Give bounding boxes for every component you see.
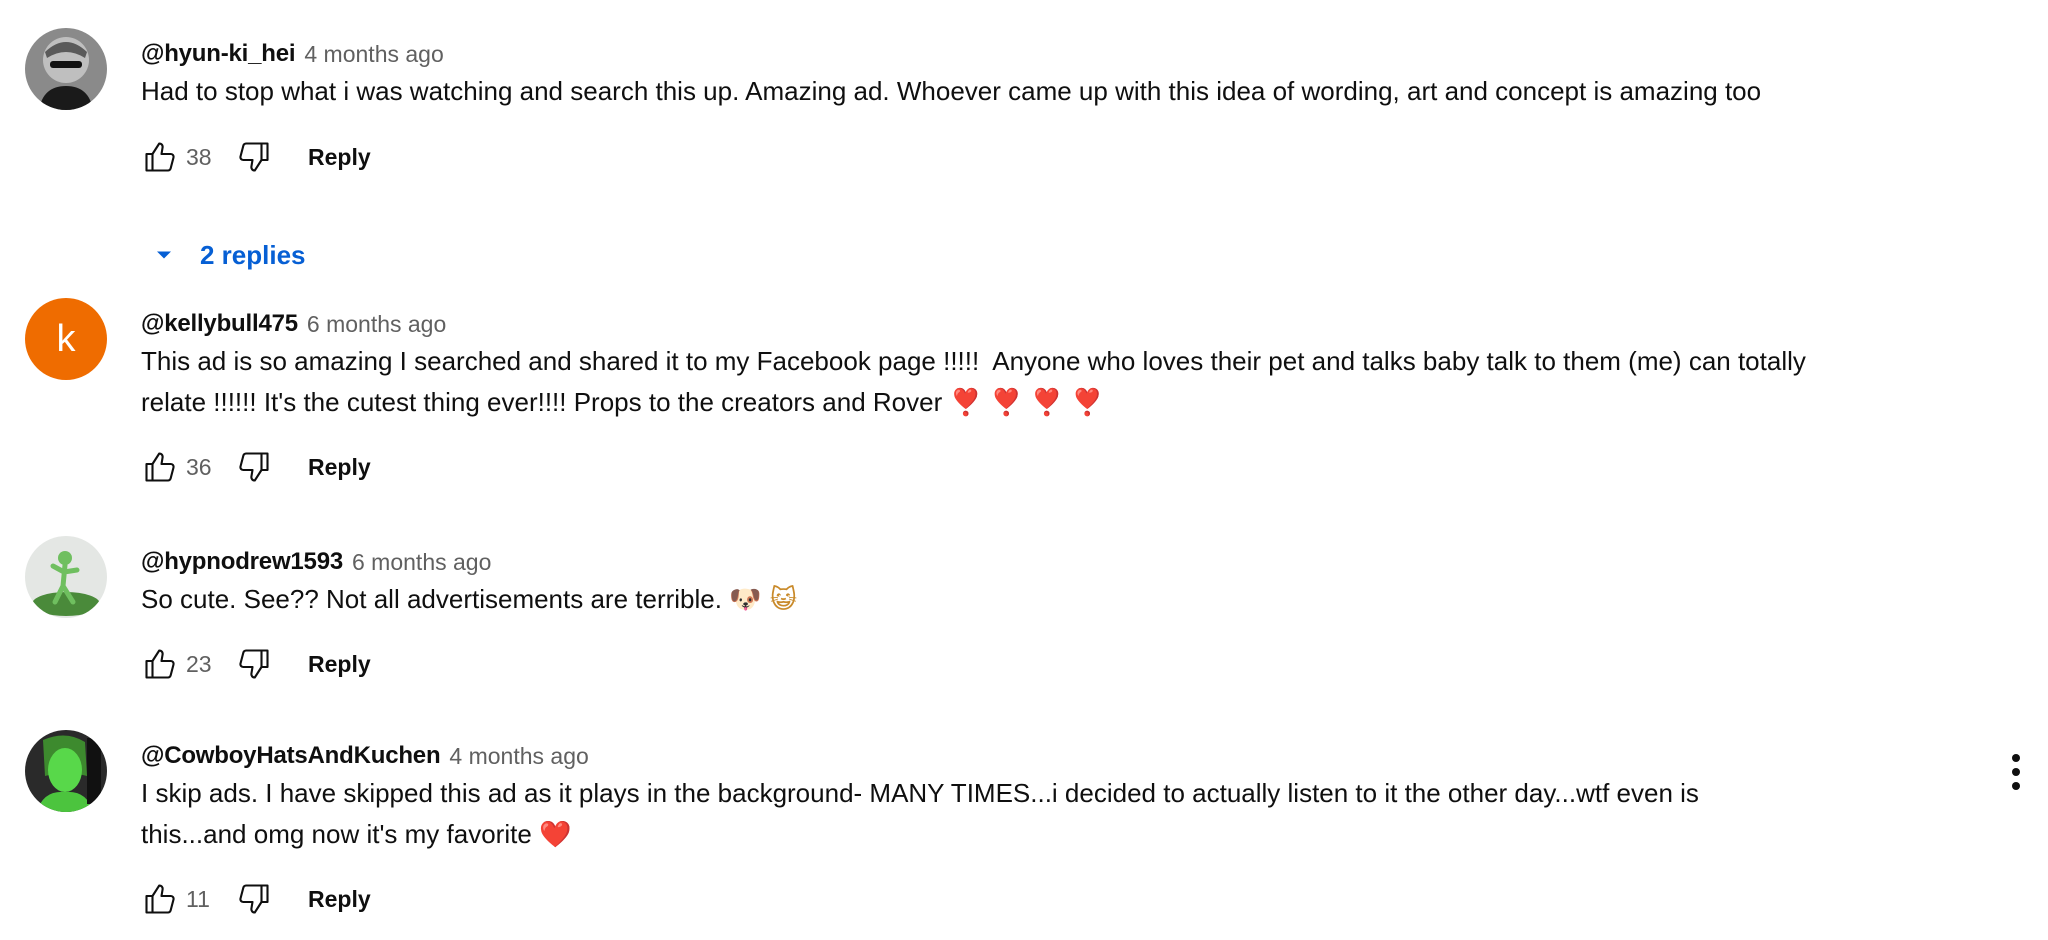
avatar[interactable]: k — [25, 298, 107, 380]
avatar[interactable] — [25, 536, 107, 618]
like-button[interactable] — [136, 875, 184, 923]
comment-actions: 11 Reply — [136, 875, 371, 923]
thumbs-down-icon — [239, 142, 269, 172]
comment-header: @CowboyHatsAndKuchen 4 months ago — [141, 730, 1968, 770]
reply-button[interactable]: Reply — [308, 454, 371, 481]
avatar-letter: k — [56, 317, 76, 360]
thumbs-down-icon — [239, 884, 269, 914]
comment-body: @kellybull475 6 months ago This ad is so… — [141, 298, 1968, 424]
dislike-button[interactable] — [230, 443, 278, 491]
comment-text-line: relate !!!!!! It's the cutest thing ever… — [141, 387, 943, 417]
comment-header: @kellybull475 6 months ago — [141, 298, 1968, 338]
thumbs-up-icon — [145, 452, 175, 482]
like-button[interactable] — [136, 443, 184, 491]
reply-button[interactable]: Reply — [308, 651, 371, 678]
thumbs-up-icon — [145, 884, 175, 914]
comment-header: @hyun-ki_hei 4 months ago — [141, 28, 1968, 68]
caret-down-icon — [157, 251, 171, 259]
comment-actions: 23 Reply — [136, 640, 371, 688]
like-count: 38 — [186, 143, 212, 170]
dislike-button[interactable] — [230, 875, 278, 923]
comment-author[interactable]: @kellybull475 — [141, 310, 298, 338]
comment-header: @hypnodrew1593 6 months ago — [141, 536, 1968, 576]
like-count: 36 — [186, 453, 212, 480]
view-replies-button[interactable]: 2 replies — [150, 235, 306, 275]
comment-text: This ad is so amazing I searched and sha… — [141, 341, 1968, 424]
comment-body: @hyun-ki_hei 4 months ago Had to stop wh… — [141, 28, 1968, 112]
replies-count-label: 2 replies — [200, 239, 306, 270]
like-count: 11 — [186, 885, 210, 912]
comment-timestamp[interactable]: 6 months ago — [307, 311, 446, 338]
comment-author[interactable]: @CowboyHatsAndKuchen — [141, 742, 441, 770]
reply-button[interactable]: Reply — [308, 144, 371, 171]
dislike-button[interactable] — [230, 640, 278, 688]
comment-body: @hypnodrew1593 6 months ago So cute. See… — [141, 536, 1968, 621]
avatar[interactable] — [25, 28, 107, 110]
comment-text-line: So cute. See?? Not all advertisements ar… — [141, 584, 722, 614]
like-button[interactable] — [136, 133, 184, 181]
thumbs-down-icon — [239, 452, 269, 482]
comment-actions: 36 Reply — [136, 443, 371, 491]
comment-text: I skip ads. I have skipped this ad as it… — [141, 773, 1968, 856]
like-count: 23 — [186, 650, 212, 677]
thumbs-down-icon — [239, 649, 269, 679]
like-button[interactable] — [136, 640, 184, 688]
heart-emoji: ❣️ ❣️ ❣️ ❣️ — [949, 388, 1104, 418]
comment-timestamp[interactable]: 4 months ago — [304, 41, 443, 68]
dislike-button[interactable] — [230, 133, 278, 181]
thumbs-up-icon — [145, 649, 175, 679]
comment-text-line: this...and omg now it's my favorite — [141, 819, 532, 849]
thumbs-up-icon — [145, 142, 175, 172]
more-vertical-icon — [2012, 754, 2020, 790]
comment-text-line: I skip ads. I have skipped this ad as it… — [141, 778, 1699, 808]
comment-actions: 38 Reply — [136, 133, 371, 181]
comment-timestamp[interactable]: 6 months ago — [352, 549, 491, 576]
heart-emoji: ❤️ — [539, 820, 572, 850]
comment-body: @CowboyHatsAndKuchen 4 months ago I skip… — [141, 730, 1968, 856]
comment-text-line: This ad is so amazing I searched and sha… — [141, 346, 1806, 376]
comment-author[interactable]: @hypnodrew1593 — [141, 548, 343, 576]
comment-action-menu-button[interactable] — [2000, 748, 2032, 796]
reply-button[interactable]: Reply — [308, 886, 371, 913]
comment-timestamp[interactable]: 4 months ago — [449, 743, 588, 770]
comment-author[interactable]: @hyun-ki_hei — [141, 40, 296, 68]
comment-text: So cute. See?? Not all advertisements ar… — [141, 579, 1968, 621]
animal-emoji: 🐶 😺 — [729, 585, 797, 615]
avatar[interactable] — [25, 730, 107, 812]
comment-text: Had to stop what i was watching and sear… — [141, 76, 1762, 106]
